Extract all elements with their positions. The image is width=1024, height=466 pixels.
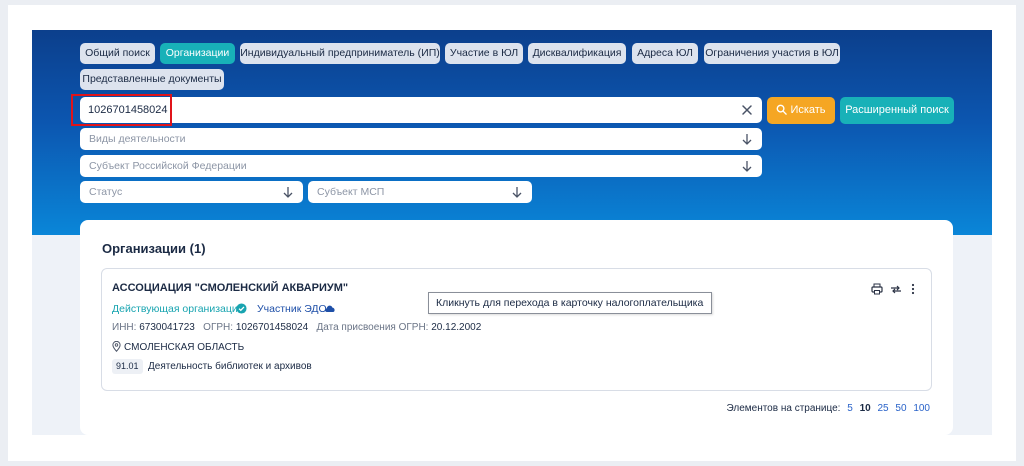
cloud-icon [325, 305, 335, 312]
search-icon [777, 104, 788, 115]
inn-label: ИНН: [112, 322, 137, 333]
card-actions [871, 283, 921, 295]
tab-individual-entrepreneur[interactable]: Индивидуальный предприниматель (ИП) [240, 43, 440, 64]
search-button[interactable]: Искать [767, 97, 835, 124]
ogrn-date-label: Дата присвоения ОГРН: [316, 322, 429, 333]
region-value: СМОЛЕНСКАЯ ОБЛАСТЬ [124, 342, 245, 353]
page-size-option-5[interactable]: 5 [847, 403, 853, 414]
edo-participant-label: Участник ЭДО [257, 303, 327, 315]
tab-participation[interactable]: Участие в ЮЛ [445, 43, 523, 64]
tab-submitted-documents[interactable]: Представленные документы [80, 69, 224, 90]
okved-name: Деятельность библиотек и архивов [148, 361, 312, 372]
okved-code-badge: 91.01 [112, 359, 143, 374]
arrow-down-icon [283, 187, 293, 198]
arrow-down-icon [512, 187, 522, 198]
results-title: Организации (1) [102, 241, 206, 256]
region-select-label: Субъект Российской Федерации [89, 160, 247, 172]
page-size-option-10[interactable]: 10 [860, 403, 871, 414]
activity-select-label: Виды деятельности [89, 133, 186, 145]
check-circle-icon [236, 303, 247, 314]
tooltip: Кликнуть для перехода в карточку налогоп… [428, 292, 712, 314]
page-size-option-25[interactable]: 25 [878, 403, 889, 414]
status-select-label: Статус [89, 186, 123, 198]
tab-disqualification[interactable]: Дисквалификация [528, 43, 626, 64]
page-size-label: Элементов на странице: [726, 403, 841, 414]
organization-name[interactable]: АССОЦИАЦИЯ "СМОЛЕНСКИЙ АКВАРИУМ" [112, 282, 348, 294]
print-icon[interactable] [871, 283, 883, 295]
close-icon[interactable] [740, 103, 754, 117]
page-size-option-100[interactable]: 100 [913, 403, 930, 414]
advanced-search-button[interactable]: Расширенный поиск [840, 97, 954, 124]
arrow-down-icon [742, 161, 752, 172]
msp-select[interactable]: Субъект МСП [308, 181, 532, 203]
ogrn-value: 1026701458024 [235, 322, 309, 333]
location-pin-icon [112, 341, 121, 352]
status-select[interactable]: Статус [80, 181, 303, 203]
organization-identifiers: ИНН: 6730041723 ОГРН: 1026701458024 Дата… [112, 322, 481, 333]
msp-select-label: Субъект МСП [317, 186, 385, 198]
page-size-selector: Элементов на странице: 5 10 25 50 100 [727, 403, 931, 414]
tab-general-search[interactable]: Общий поиск [80, 43, 155, 64]
more-vertical-icon[interactable] [907, 283, 919, 295]
tab-organizations[interactable]: Организации [160, 43, 235, 64]
search-input[interactable] [88, 100, 728, 120]
organization-region: СМОЛЕНСКАЯ ОБЛАСТЬ [112, 341, 244, 353]
tab-addresses[interactable]: Адреса ЮЛ [632, 43, 698, 64]
search-field [80, 97, 762, 123]
compare-icon[interactable] [890, 283, 902, 295]
inn-value: 6730041723 [139, 322, 195, 333]
page-size-option-50[interactable]: 50 [895, 403, 906, 414]
ogrn-date-value: 20.12.2002 [431, 322, 482, 333]
ogrn-label: ОГРН: [203, 322, 234, 333]
status-label: Действующая организация [112, 303, 244, 315]
region-select[interactable]: Субъект Российской Федерации [80, 155, 762, 177]
tab-restrictions[interactable]: Ограничения участия в ЮЛ [704, 43, 840, 64]
search-button-label: Искать [790, 104, 826, 116]
arrow-down-icon [742, 134, 752, 145]
activity-select[interactable]: Виды деятельности [80, 128, 762, 150]
